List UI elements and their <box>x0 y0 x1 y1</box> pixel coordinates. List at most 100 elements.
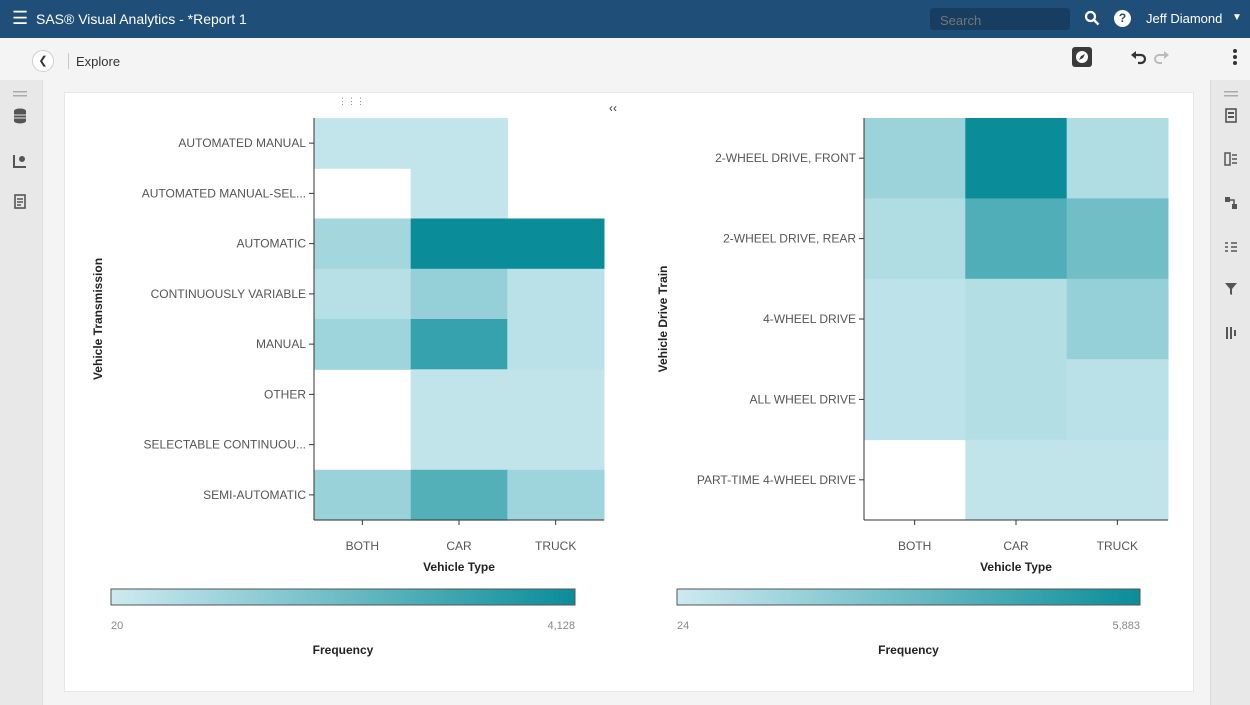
undo-button[interactable] <box>1128 46 1150 68</box>
x-axis-title: Vehicle Type <box>980 560 1052 574</box>
y-tick-label: 4-WHEEL DRIVE <box>763 312 856 326</box>
legend-title: Frequency <box>313 643 374 657</box>
heatmap-cell[interactable] <box>410 419 508 471</box>
heatmap-cell[interactable] <box>965 198 1068 280</box>
app-header: ☰ SAS® Visual Analytics - *Report 1 ? Je… <box>0 0 1250 38</box>
heatmap-cell[interactable] <box>314 218 412 270</box>
filters-pane-button[interactable] <box>1211 282 1250 301</box>
heatmap-cell[interactable] <box>410 118 508 169</box>
heatmap-cell[interactable] <box>1066 359 1169 441</box>
options-icon <box>1225 108 1237 123</box>
objects-pane-button[interactable] <box>0 154 40 173</box>
heatmap-cell[interactable] <box>410 268 508 320</box>
y-tick-label: SELECTABLE CONTINUOU... <box>144 438 306 452</box>
color-legend: 20 4,128 Frequency <box>110 588 576 657</box>
heatmap-cell[interactable] <box>314 268 412 320</box>
heatmap-cell[interactable] <box>1066 439 1169 521</box>
y-axis-title: Vehicle Transmission <box>91 258 105 380</box>
rules-icon <box>1225 242 1237 252</box>
heatmap-cell[interactable] <box>314 319 412 370</box>
heatmap-cell[interactable] <box>965 118 1068 199</box>
redo-button[interactable] <box>1150 46 1172 68</box>
heatmap-cell[interactable] <box>410 168 508 220</box>
user-name[interactable]: Jeff Diamond <box>1146 11 1222 26</box>
database-icon <box>14 108 26 124</box>
x-tick-label: CAR <box>446 539 472 553</box>
y-axis-tick-labels: 2-WHEEL DRIVE, FRONT 2-WHEEL DRIVE, REAR 4… <box>697 151 864 487</box>
heatmap-cell[interactable] <box>410 218 508 270</box>
rules-pane-button[interactable] <box>1211 240 1250 259</box>
data-pane-button[interactable] <box>0 108 40 129</box>
heatmap-cell[interactable] <box>507 218 605 270</box>
outline-pane-button[interactable] <box>0 194 40 214</box>
heatmap-cell[interactable] <box>864 198 966 280</box>
heatmap-cell[interactable] <box>314 118 412 169</box>
left-pane-rail <box>0 80 43 705</box>
ranks-pane-button[interactable] <box>1211 326 1250 345</box>
y-tick-label: AUTOMATIC <box>236 237 306 251</box>
help-icon[interactable]: ? <box>1114 10 1131 27</box>
x-tick-label: BOTH <box>898 539 931 553</box>
heatmap-cell[interactable] <box>1066 278 1169 360</box>
toolbar-divider <box>68 53 69 69</box>
heatmap-cell[interactable] <box>965 278 1068 360</box>
heatmap-cell[interactable] <box>314 469 412 521</box>
y-axis-tick-labels: AUTOMATED MANUAL AUTOMATED MANUAL-SEL... A… <box>142 136 314 502</box>
heatmap-cell[interactable] <box>864 359 966 441</box>
options-pane-button[interactable] <box>1211 108 1250 128</box>
left-rail-grip-icon[interactable] <box>0 84 40 102</box>
heatmap-cell[interactable] <box>507 369 605 421</box>
heatmap-cell[interactable] <box>864 118 966 199</box>
compass-icon <box>1072 47 1092 67</box>
heatmap-cell[interactable] <box>410 469 508 521</box>
user-menu-caret-icon[interactable]: ▼ <box>1232 12 1242 23</box>
more-options-button[interactable] <box>1224 46 1246 68</box>
heatmap-cell[interactable] <box>507 319 605 370</box>
search-input[interactable] <box>938 11 1032 29</box>
breadcrumb: Explore <box>76 54 121 69</box>
filter-icon <box>1225 283 1237 295</box>
heatmap-vehicle-transmission: AUTOMATED MANUAL AUTOMATED MANUAL-SEL... A… <box>91 118 605 657</box>
heatmap-cell[interactable] <box>1066 118 1169 199</box>
objects-icon <box>13 155 26 168</box>
heatmap-cell[interactable] <box>1066 198 1169 280</box>
roles-pane-button[interactable] <box>1211 152 1250 171</box>
actions-pane-button[interactable] <box>1211 196 1250 215</box>
search-icon[interactable] <box>1084 10 1100 31</box>
heatmap-vehicle-drive-train: 2-WHEEL DRIVE, FRONT 2-WHEEL DRIVE, REAR 4… <box>656 118 1169 657</box>
auto-explore-button[interactable] <box>1071 46 1093 68</box>
legend-gradient-bar <box>110 588 576 606</box>
heatmap-cell[interactable] <box>864 278 966 360</box>
legend-max-label: 5,883 <box>1112 620 1140 632</box>
heatmap-cells <box>314 118 605 521</box>
y-axis-title: Vehicle Drive Train <box>656 266 670 373</box>
roles-icon <box>1224 152 1237 166</box>
y-tick-label: SEMI-AUTOMATIC <box>203 488 306 502</box>
right-pane-rail <box>1210 80 1250 705</box>
heatmap-cell[interactable] <box>965 439 1068 521</box>
y-tick-label: AUTOMATED MANUAL-SEL... <box>142 186 306 200</box>
x-tick-label: TRUCK <box>1097 539 1138 553</box>
toolbar: ❮ Explore <box>0 38 1250 80</box>
heatmap-cell[interactable] <box>965 359 1068 441</box>
legend-min-label: 20 <box>111 620 123 632</box>
y-tick-label: AUTOMATED MANUAL <box>178 136 306 150</box>
color-legend: 24 5,883 Frequency <box>676 588 1141 657</box>
hamburger-menu-icon[interactable]: ☰ <box>12 9 28 27</box>
search-box[interactable] <box>930 8 1070 30</box>
legend-max-label: 4,128 <box>547 620 575 632</box>
undo-icon <box>1131 51 1147 65</box>
y-tick-label: PART-TIME 4-WHEEL DRIVE <box>697 473 856 487</box>
heatmap-cell[interactable] <box>507 268 605 320</box>
actions-icon <box>1225 197 1237 209</box>
y-tick-label: CONTINUOUSLY VARIABLE <box>151 287 306 301</box>
ranks-icon <box>1226 327 1236 339</box>
heatmap-cell[interactable] <box>410 319 508 370</box>
heatmap-cell[interactable] <box>410 369 508 421</box>
heatmap-cell[interactable] <box>507 469 605 521</box>
right-rail-grip-icon[interactable] <box>1211 84 1250 102</box>
back-button[interactable]: ❮ <box>32 50 54 72</box>
x-tick-label: BOTH <box>346 539 379 553</box>
y-tick-label: MANUAL <box>256 337 306 351</box>
heatmap-cell[interactable] <box>507 419 605 471</box>
